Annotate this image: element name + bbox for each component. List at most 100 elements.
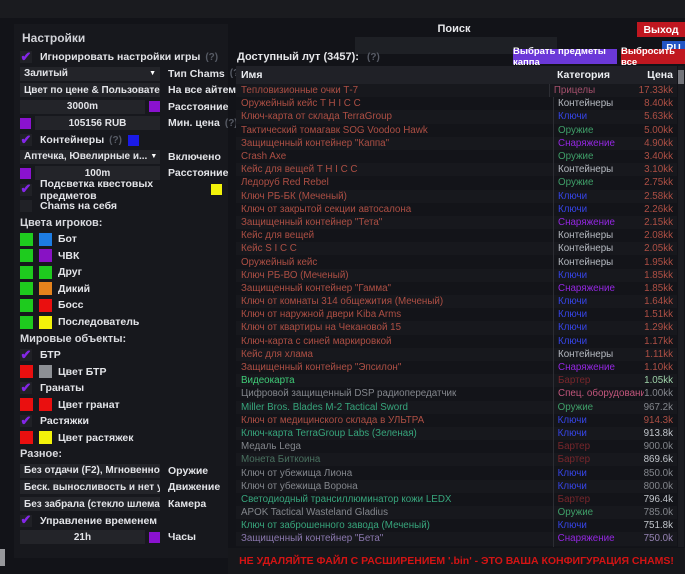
settings-row: 105156 RUBМин. цена(?)	[14, 115, 228, 132]
table-row[interactable]: Ключ-карта от склада TerraGroupКлючи5.63…	[236, 110, 677, 123]
checkbox-label: Растяжки	[40, 415, 89, 427]
text-input[interactable]: 21h	[20, 530, 145, 544]
color-swatch[interactable]	[20, 299, 33, 312]
table-row[interactable]: Защищенный контейнер "Каппа"Снаряжение4.…	[236, 137, 677, 150]
color-swatch[interactable]	[20, 365, 33, 378]
color-swatch[interactable]	[20, 168, 31, 179]
dropdown[interactable]: Беск. выносливость и нет уста▼	[20, 480, 160, 494]
table-row[interactable]: Ключ-карта с синей маркировкойКлючи1.17k…	[236, 335, 677, 348]
table-row[interactable]: Miller Bros. Blades M-2 Tactical SwordОр…	[236, 401, 677, 414]
table-row[interactable]: Ледоруб Red RebelОружие2.75kk	[236, 176, 677, 189]
table-row[interactable]: Ключ от наружной двери Kiba ArmsКлючи1.5…	[236, 308, 677, 321]
checkbox[interactable]: ✔	[20, 349, 32, 361]
column-header-category[interactable]: Категория	[553, 69, 643, 81]
table-row[interactable]: Кейс для хламаКонтейнеры1.11kk	[236, 348, 677, 361]
table-row[interactable]: Цифровой защищенный DSP радиопередатчикС…	[236, 387, 677, 400]
color-swatch[interactable]	[20, 233, 33, 246]
table-row[interactable]: Ключ от заброшенного завода (Меченый)Клю…	[236, 519, 677, 532]
table-row[interactable]: APOK Tactical Wasteland GladiusОружие785…	[236, 506, 677, 519]
color-swatch[interactable]	[20, 118, 31, 129]
search-label: Поиск	[355, 23, 553, 35]
column-header-price[interactable]: Цена	[643, 69, 677, 81]
checkbox[interactable]: ✔	[20, 382, 32, 394]
table-row[interactable]: Кейс для вещей T H I C CКонтейнеры3.10kk	[236, 163, 677, 176]
item-category: Контейнеры	[553, 97, 644, 110]
table-row[interactable]: Кейс для вещейКонтейнеры2.08kk	[236, 229, 677, 242]
table-row[interactable]: Ключ от комнаты 314 общежития (Меченый)К…	[236, 295, 677, 308]
table-row[interactable]: Ключ от убежища ВоронаКлючи800.0k	[236, 480, 677, 493]
drop-all-button[interactable]: Выбросить все	[621, 49, 685, 64]
table-row[interactable]: Монета БиткоинаБартер869.6k	[236, 453, 677, 466]
text-input[interactable]: 105156 RUB	[35, 116, 160, 130]
table-row[interactable]: Тепловизионные очки Т-7Прицелы17.33kk	[236, 84, 677, 97]
table-row[interactable]: Защищенный контейнер "Бета"Снаряжение750…	[236, 532, 677, 545]
table-row[interactable]: Ключ от медицинского склада в УЛЬТРАКлюч…	[236, 414, 677, 427]
checkbox[interactable]: ✔	[20, 415, 32, 427]
item-name: Монета Биткоина	[236, 454, 553, 465]
dropdown[interactable]: Аптечка, Ювелирные и...▼	[20, 150, 160, 164]
table-row[interactable]: Ключ РБ-БК (Меченый)Ключи2.58kk	[236, 190, 677, 203]
table-row[interactable]: Защищенный контейнер "Гамма"Снаряжение1.…	[236, 282, 677, 295]
table-row[interactable]: Защищенный контейнер "Тета"Снаряжение2.1…	[236, 216, 677, 229]
table-row[interactable]: Ключ от закрытой секции автосалонаКлючи2…	[236, 203, 677, 216]
table-scrollbar[interactable]	[678, 66, 684, 547]
item-price: 1.10kk	[644, 362, 677, 373]
color-swatch[interactable]	[39, 282, 52, 295]
color-swatch[interactable]	[39, 249, 52, 262]
table-row[interactable]: Оружейный кейс T H I C CКонтейнеры8.40kk	[236, 97, 677, 110]
dropdown[interactable]: Залитый▼	[20, 67, 160, 81]
checkbox-label: Гранаты	[40, 382, 84, 394]
checkbox[interactable]: ✔	[20, 51, 32, 63]
checkbox[interactable]	[20, 200, 32, 212]
footer-bar: НЕ УДАЛЯЙТЕ ФАЙЛ С РАСШИРЕНИЕМ '.bin' - …	[228, 548, 685, 574]
dropdown[interactable]: Без отдачи (F2), Мгновенное п▼	[20, 464, 160, 478]
color-swatch[interactable]	[20, 266, 33, 279]
color-swatch[interactable]	[149, 101, 160, 112]
color-swatch[interactable]	[20, 249, 33, 262]
table-row[interactable]: Оружейный кейсКонтейнеры1.95kk	[236, 255, 677, 268]
table-row[interactable]: Защищенный контейнер "Эпсилон"Снаряжение…	[236, 361, 677, 374]
scrollbar-thumb[interactable]	[678, 70, 684, 84]
table-row[interactable]: Светодиодный трансиллюминатор кожи LEDXБ…	[236, 493, 677, 506]
text-input[interactable]: 3000m	[20, 100, 145, 114]
table-row[interactable]: Кейс S I C CКонтейнеры2.05kk	[236, 242, 677, 255]
table-row[interactable]: Ключ РБ-ВО (Меченый)Ключи1.85kk	[236, 269, 677, 282]
color-swatch[interactable]	[20, 398, 33, 411]
item-name: APOK Tactical Wasteland Gladius	[236, 507, 553, 518]
table-row[interactable]: Crash AxeОружие3.40kk	[236, 150, 677, 163]
color-swatch[interactable]	[39, 233, 52, 246]
table-row[interactable]: Ключ-карта TerraGroup Labs (Зеленая)Ключ…	[236, 427, 677, 440]
color-swatch[interactable]	[39, 398, 52, 411]
table-row[interactable]: Тактический томагавк SOG Voodoo HawkОруж…	[236, 124, 677, 137]
table-row[interactable]	[236, 546, 677, 547]
table-row[interactable]: Медаль LegaБартер900.0k	[236, 440, 677, 453]
column-header-name[interactable]: Имя	[236, 69, 553, 81]
item-price: 914.3k	[644, 415, 677, 426]
color-swatch[interactable]	[39, 266, 52, 279]
item-price: 913.8k	[644, 428, 677, 439]
color-swatch[interactable]	[211, 184, 222, 195]
color-swatch[interactable]	[20, 431, 33, 444]
settings-row: ✔ Гранаты	[14, 380, 228, 397]
checkbox[interactable]: ✔	[20, 134, 32, 146]
color-swatch[interactable]	[20, 282, 33, 295]
color-swatch[interactable]	[149, 532, 160, 543]
item-category: Контейнеры	[553, 163, 644, 176]
color-swatch[interactable]	[20, 316, 33, 329]
color-swatch[interactable]	[39, 299, 52, 312]
item-category: Снаряжение	[553, 137, 644, 150]
exit-button[interactable]: Выход	[637, 22, 685, 37]
color-swatch[interactable]	[39, 316, 52, 329]
checkbox[interactable]: ✔	[20, 184, 32, 196]
check-icon: ✔	[21, 513, 32, 526]
color-swatch[interactable]	[128, 135, 139, 146]
table-row[interactable]: ВидеокартаБартер1.05kk	[236, 374, 677, 387]
table-row[interactable]: Ключ от убежища ЛионаКлючи850.0k	[236, 466, 677, 479]
select-kappa-items-button[interactable]: Выбрать предметы каппа	[513, 49, 617, 64]
color-swatch[interactable]	[39, 431, 52, 444]
dropdown[interactable]: Без забрала (стекло шлема)▼	[20, 497, 160, 511]
table-row[interactable]: Ключ от квартиры на Чекановой 15Ключи1.2…	[236, 321, 677, 334]
color-swatch[interactable]	[39, 365, 52, 378]
checkbox[interactable]: ✔	[20, 515, 32, 527]
dropdown[interactable]: Цвет по цене & Пользователь▼	[20, 83, 160, 97]
